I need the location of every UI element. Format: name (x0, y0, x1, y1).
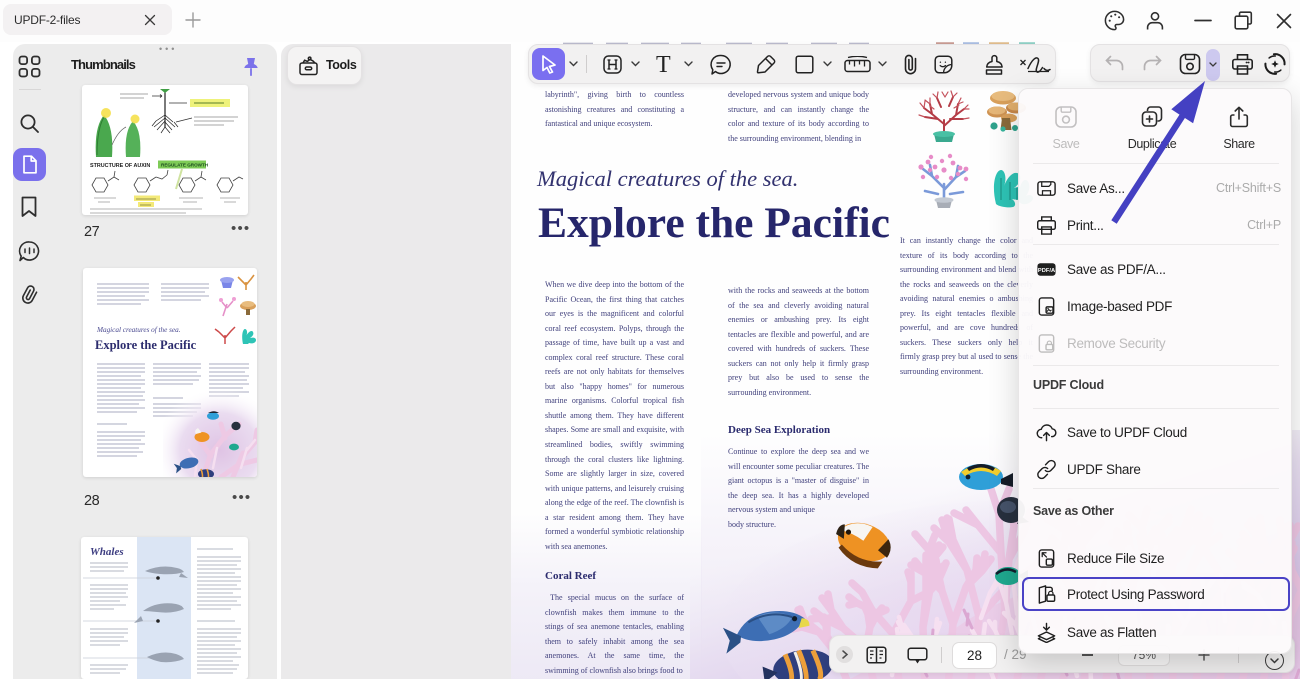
svg-text:STRUCTURE OF AUXIN: STRUCTURE OF AUXIN (90, 163, 150, 169)
svg-text:PDF/A: PDF/A (1038, 267, 1055, 273)
svg-text:Explore the Pacific: Explore the Pacific (95, 338, 197, 352)
svg-text:Whales: Whales (90, 546, 124, 558)
svg-text:REGULATE GROWTH: REGULATE GROWTH (161, 163, 209, 168)
svg-text:Magical creatures of the sea.: Magical creatures of the sea. (96, 326, 181, 334)
